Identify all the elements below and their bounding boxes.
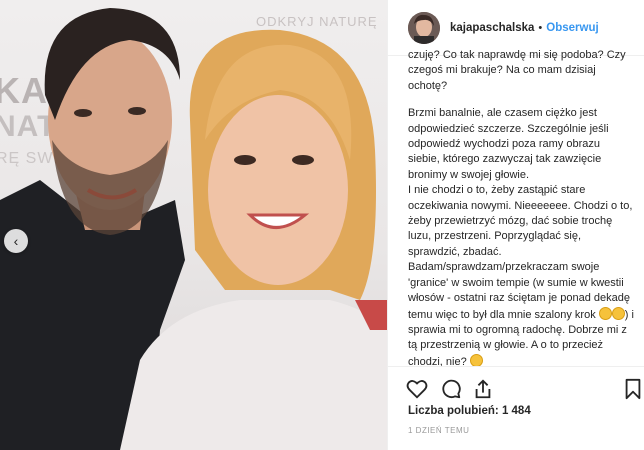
likes-label: Liczba polubień: xyxy=(408,405,499,417)
comment-icon[interactable] xyxy=(440,378,462,400)
heart-icon[interactable] xyxy=(406,378,428,400)
smile-emoji-icon xyxy=(611,306,625,320)
post-photo[interactable]: ODKRYJ NATURĘ KA NATURE RĘ SWIE xyxy=(0,0,387,450)
post-caption: czuję? Co tak naprawdę mi się podoba? Cz… xyxy=(408,48,634,366)
carousel-prev-button[interactable]: ‹ xyxy=(4,229,28,253)
avatar[interactable] xyxy=(408,11,440,44)
likes-number: 1 484 xyxy=(501,405,531,417)
caption-paragraph-1: czuję? Co tak naprawdę mi się podoba? Cz… xyxy=(408,49,626,92)
separator-dot: • xyxy=(538,21,543,34)
bookmark-icon[interactable] xyxy=(622,378,644,400)
post-timestamp[interactable]: 1 DZIEŃ TEMU xyxy=(408,426,469,435)
instagram-post: ODKRYJ NATURĘ KA NATURE RĘ SWIE xyxy=(0,0,644,450)
smile-emoji-icon xyxy=(469,353,483,366)
avatar-image xyxy=(408,11,440,44)
likes-count[interactable]: Liczba polubień: 1 484 xyxy=(408,405,531,417)
share-icon[interactable] xyxy=(472,378,494,400)
post-sidebar: kajapaschalska • Obserwuj czuję? Co tak … xyxy=(387,0,644,450)
follow-button[interactable]: Obserwuj xyxy=(546,22,598,34)
photo-people-illustration xyxy=(0,8,387,450)
caption-paragraph-2: Brzmi banalnie, ale czasem ciężko jest o… xyxy=(408,106,634,366)
username-link[interactable]: kajapaschalska xyxy=(450,22,534,34)
chevron-left-icon: ‹ xyxy=(13,233,19,249)
caption-text-part-1: Brzmi banalnie, ale czasem ciężko jest o… xyxy=(408,107,633,321)
post-actions: Liczba polubień: 1 484 1 DZIEŃ TEMU xyxy=(388,366,644,450)
smile-emoji-icon xyxy=(598,306,612,320)
